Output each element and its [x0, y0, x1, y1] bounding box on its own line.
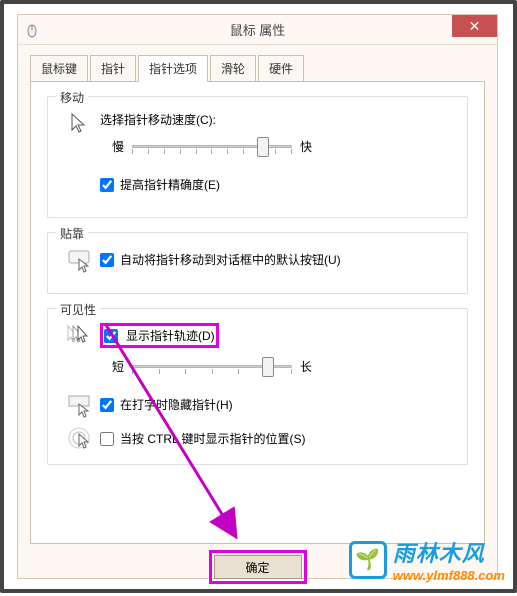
snap-to-button-icon — [67, 247, 93, 273]
enhance-precision-checkbox[interactable]: 提高指针精确度(E) — [100, 176, 220, 193]
ok-button-highlight: 确定 — [209, 550, 307, 584]
hide-while-typing-checkbox[interactable]: 在打字时隐藏指针(H) — [100, 396, 455, 413]
hide-while-typing-label: 在打字时隐藏指针(H) — [120, 396, 233, 413]
watermark-cn: 雨林木风 — [393, 536, 505, 568]
tab-panel: 移动 选择指针移动速度(C): 慢 — [30, 81, 485, 544]
mouse-sysicon — [24, 22, 40, 38]
enhance-precision-label: 提高指针精确度(E) — [120, 176, 220, 193]
pointer-speed-slider[interactable] — [132, 134, 292, 158]
trails-long-label: 长 — [300, 358, 312, 375]
ctrl-locate-checkbox[interactable]: 当按 CTRL 键时显示指针的位置(S) — [100, 430, 455, 447]
tabs: 鼠标键 指针 指针选项 滑轮 硬件 — [30, 55, 485, 82]
tab-pointer-options[interactable]: 指针选项 — [138, 55, 208, 82]
tab-pointers[interactable]: 指针 — [90, 55, 136, 82]
ctrl-locate-icon — [67, 426, 93, 452]
pointer-trails-icon — [66, 323, 94, 347]
trails-short-label: 短 — [112, 358, 124, 375]
close-button[interactable]: ✕ — [452, 15, 497, 37]
snap-to-default-checkbox[interactable]: 自动将指针移动到对话框中的默认按钮(U) — [100, 251, 455, 268]
watermark: 🌱 雨林木风 www.ylmf888.com — [349, 536, 505, 583]
highlight-box: 显示指针轨迹(D) — [100, 323, 219, 348]
slow-label: 慢 — [112, 138, 124, 155]
ok-button[interactable]: 确定 — [214, 555, 302, 579]
ctrl-locate-label: 当按 CTRL 键时显示指针的位置(S) — [120, 430, 306, 447]
tab-buttons[interactable]: 鼠标键 — [30, 55, 88, 82]
snap-to-default-label: 自动将指针移动到对话框中的默认按钮(U) — [120, 251, 341, 268]
snap-group: 贴靠 自动将指针移动到对话框中的默认按钮(U) — [47, 232, 468, 294]
tab-wheel[interactable]: 滑轮 — [210, 55, 256, 82]
visibility-group-title: 可见性 — [56, 301, 100, 318]
fast-label: 快 — [300, 138, 312, 155]
tab-hardware[interactable]: 硬件 — [258, 55, 304, 82]
motion-group: 移动 选择指针移动速度(C): 慢 — [47, 96, 468, 218]
window-title: 鼠标 属性 — [230, 20, 286, 39]
motion-group-title: 移动 — [56, 89, 88, 106]
titlebar: 鼠标 属性 ✕ — [18, 15, 497, 45]
hide-while-typing-icon — [67, 392, 93, 418]
mouse-properties-window: 鼠标 属性 ✕ 鼠标键 指针 指针选项 滑轮 硬件 移动 — [17, 14, 498, 579]
trails-length-slider[interactable] — [132, 354, 292, 378]
visibility-group: 可见性 — [47, 308, 468, 465]
pointer-trails-label: 显示指针轨迹(D) — [126, 327, 215, 344]
pointer-trails-checkbox[interactable]: 显示指针轨迹(D) — [103, 326, 216, 345]
watermark-url: www.ylmf888.com — [393, 568, 505, 583]
watermark-icon: 🌱 — [349, 541, 387, 579]
close-icon: ✕ — [469, 18, 481, 35]
pointer-speed-label: 选择指针移动速度(C): — [100, 111, 455, 128]
cursor-arrow-icon — [68, 111, 92, 135]
snap-group-title: 贴靠 — [56, 225, 88, 242]
